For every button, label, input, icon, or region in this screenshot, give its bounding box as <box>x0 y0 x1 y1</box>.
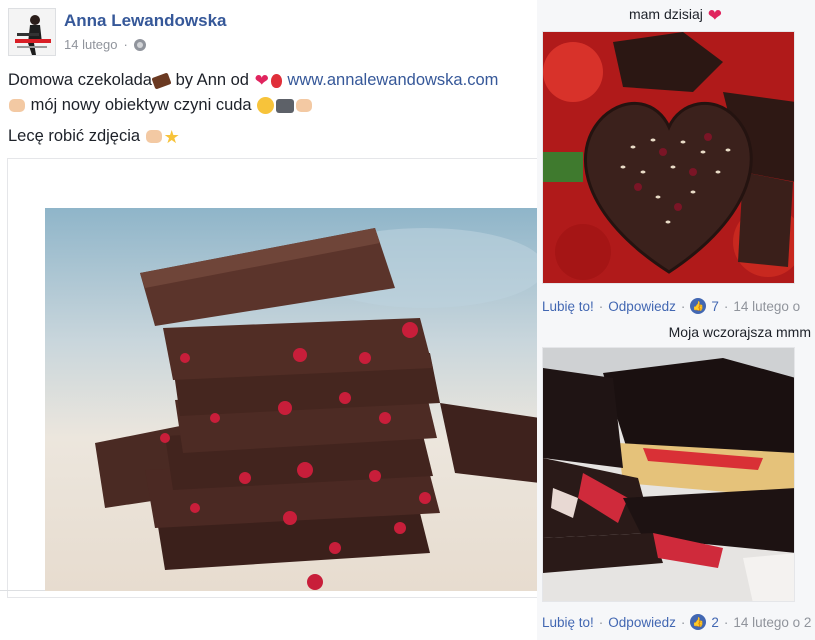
heart-emoji-icon: ❤ <box>707 5 723 25</box>
comment-actions: Lubię to! · Odpowiedz · 👍 7 · 14 lutego … <box>542 298 800 314</box>
author-avatar[interactable] <box>8 8 56 56</box>
reply-comment-button[interactable]: Odpowiedz <box>608 299 676 314</box>
dot-separator: · <box>723 614 729 630</box>
dot-separator: · <box>723 298 729 314</box>
comment-text: Moja wczorajsza mmm <box>668 324 811 340</box>
like-count[interactable]: 2 <box>711 615 719 630</box>
post-text-segment: Lecę robić zdjęcia <box>8 127 145 145</box>
post-card: Anna Lewandowska 14 lutego · Domowa czek… <box>0 0 540 640</box>
camera-emoji-icon <box>276 98 295 113</box>
heart-emoji-icon: ❤ <box>254 71 269 91</box>
post-meta: 14 lutego · <box>64 37 146 52</box>
author-name-link[interactable]: Anna Lewandowska <box>64 11 226 31</box>
comment-timestamp[interactable]: 14 lutego o 2 <box>733 615 811 630</box>
smile-emoji-icon <box>257 97 275 115</box>
comment-actions: Lubię to! · Odpowiedz · 👍 2 · 14 lutego … <box>542 614 811 630</box>
comment-photo-heart-chocolates[interactable] <box>542 31 795 284</box>
post-text-segment: mój nowy obiektyw czyni cuda <box>26 96 257 114</box>
like-comment-button[interactable]: Lubię to! <box>542 299 594 314</box>
like-thumb-icon[interactable]: 👍 <box>690 298 707 314</box>
comment-timestamp[interactable]: 14 lutego o <box>733 299 800 314</box>
post-timestamp[interactable]: 14 lutego <box>64 37 118 52</box>
post-text-line-2: mój nowy obiektyw czyni cuda <box>8 96 313 115</box>
balloon-emoji-icon <box>270 73 282 88</box>
comment-text-value: mam dzisiaj <box>628 6 703 22</box>
post-photo-chocolate-stack[interactable] <box>45 208 540 591</box>
post-text-line-1: Domowa czekolada by Ann od ❤ www.annalew… <box>8 71 498 90</box>
pointing-hand-emoji-icon <box>9 99 25 113</box>
comment-item: mam dzisiaj ❤ Lubię to! · Odpowiedz · 👍 … <box>537 0 815 320</box>
dot-separator: · <box>680 298 686 314</box>
comment-photo-chocolate-bark[interactable] <box>542 347 795 602</box>
dot-separator: · <box>123 37 128 52</box>
reply-comment-button[interactable]: Odpowiedz <box>608 615 676 630</box>
flexed-arm-emoji-icon <box>296 99 313 113</box>
post-text-segment: by Ann od <box>171 71 254 89</box>
like-comment-button[interactable]: Lubię to! <box>542 615 594 630</box>
like-thumb-icon[interactable]: 👍 <box>690 614 707 630</box>
dot-separator: · <box>680 614 686 630</box>
post-text-line-3: Lecę robić zdjęcia ★ <box>8 127 181 146</box>
star-emoji-icon: ★ <box>163 126 180 147</box>
ok-hand-emoji-icon <box>145 130 162 144</box>
post-text-segment: Domowa czekolada <box>8 71 152 89</box>
dot-separator: · <box>598 298 604 314</box>
chocolate-emoji-icon <box>151 72 172 90</box>
comment-item: Moja wczorajsza mmm Lubię to! · Odpowied… <box>537 320 815 640</box>
globe-icon[interactable] <box>133 38 146 51</box>
website-link[interactable]: www.annalewandowska.com <box>287 71 498 89</box>
comment-text: mam dzisiaj ❤ <box>537 6 815 24</box>
like-count[interactable]: 7 <box>711 299 719 314</box>
dot-separator: · <box>598 614 604 630</box>
